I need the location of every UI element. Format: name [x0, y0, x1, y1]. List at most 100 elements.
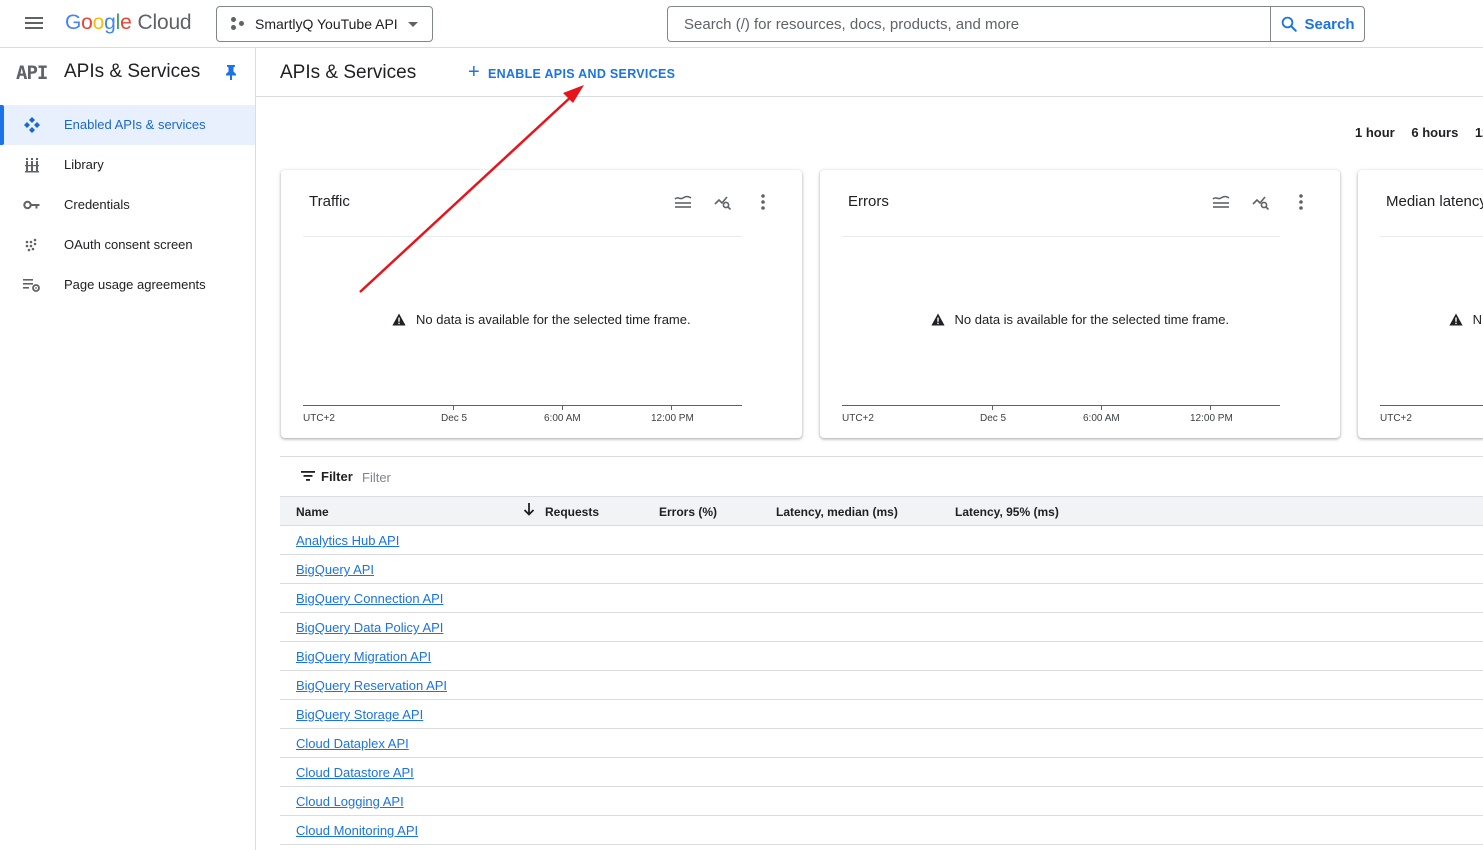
axis-tick-label: 12:00 PM [651, 413, 694, 424]
explore-chart-icon[interactable] [712, 192, 734, 212]
legend-icon[interactable] [1210, 192, 1232, 212]
sidebar-item-credentials[interactable]: Credentials [0, 185, 255, 225]
sidebar-item-enabled-apis[interactable]: Enabled APIs & services [0, 105, 255, 145]
table-row: Cloud Monitoring API [280, 816, 1483, 845]
traffic-chart-card: Traffic No data is available for the sel… [281, 170, 802, 438]
sidebar-header: API APIs & Services [0, 48, 255, 96]
errors-chart-card: Errors No data is available for the sele… [820, 170, 1340, 438]
api-link[interactable]: Analytics Hub API [296, 533, 399, 548]
time-range-12h[interactable]: 12 [1475, 125, 1483, 140]
project-name: SmartlyQ YouTube API [255, 16, 398, 32]
api-link[interactable]: Cloud Monitoring API [296, 823, 418, 838]
api-link[interactable]: BigQuery Connection API [296, 591, 443, 606]
plus-icon: + [468, 61, 480, 83]
sidebar: API APIs & Services Enabled APIs & servi… [0, 48, 256, 850]
project-selector[interactable]: SmartlyQ YouTube API [216, 6, 433, 42]
x-axis [1380, 405, 1483, 406]
table-row: Cloud Datastore API [280, 758, 1483, 787]
explore-chart-icon[interactable] [1250, 192, 1272, 212]
more-options-icon[interactable] [752, 192, 774, 212]
sort-arrow-down-icon[interactable] [523, 503, 535, 520]
column-latency-median[interactable]: Latency, median (ms) [776, 505, 898, 519]
axis-tick-label: Dec 5 [980, 413, 1007, 424]
column-requests[interactable]: Requests [545, 505, 599, 519]
filter-bar: Filter [280, 456, 1483, 496]
axis-tick [1101, 405, 1102, 410]
table-row: BigQuery Data Policy API [280, 613, 1483, 642]
api-icon: API [16, 62, 48, 84]
card-divider [303, 236, 742, 237]
card-divider [842, 236, 1280, 237]
oauth-icon [22, 236, 42, 254]
filter-input[interactable] [362, 466, 662, 488]
column-name[interactable]: Name [296, 505, 329, 519]
axis-tick-label: Dec 5 [441, 413, 468, 424]
warning-icon [931, 313, 945, 326]
warning-icon [1449, 313, 1463, 326]
table-row: BigQuery Migration API [280, 642, 1483, 671]
sidebar-item-label: Enabled APIs & services [64, 117, 206, 132]
median-latency-chart-card: Median latency N UTC+2 [1358, 170, 1483, 438]
table-header: Name Requests Errors (%) Latency, median… [280, 496, 1483, 526]
axis-tick [992, 405, 993, 410]
axis-tick-label: UTC+2 [1380, 413, 1412, 424]
filter-label: Filter [321, 469, 353, 484]
main-menu-icon[interactable] [22, 14, 46, 34]
filter-icon[interactable] [301, 471, 315, 481]
card-title: Errors [848, 193, 889, 210]
time-range-selector: 1 hour 6 hours 12 [1355, 125, 1483, 140]
api-link[interactable]: BigQuery Reservation API [296, 678, 447, 693]
google-cloud-logo[interactable]: Google Cloud [65, 11, 192, 35]
api-link[interactable]: BigQuery Migration API [296, 649, 431, 664]
search-button[interactable]: Search [1270, 7, 1364, 41]
chevron-down-icon [408, 22, 418, 27]
api-link[interactable]: BigQuery API [296, 562, 374, 577]
search-icon [1282, 16, 1298, 32]
legend-icon[interactable] [672, 192, 694, 212]
axis-tick [453, 405, 454, 410]
sidebar-item-library[interactable]: Library [0, 145, 255, 185]
top-bar: Google Cloud SmartlyQ YouTube API Search [0, 0, 1483, 48]
table-row: Cloud Logging API [280, 787, 1483, 816]
table-row: BigQuery API [280, 555, 1483, 584]
api-link[interactable]: Cloud Dataplex API [296, 736, 409, 751]
settings-list-icon [22, 276, 42, 294]
axis-tick [671, 405, 672, 410]
axis-tick-label: 12:00 PM [1190, 413, 1233, 424]
api-link[interactable]: Cloud Datastore API [296, 765, 414, 780]
sidebar-item-label: Page usage agreements [64, 277, 206, 292]
page-title: APIs & Services [280, 62, 417, 83]
warning-icon [392, 313, 406, 326]
enabled-apis-icon [22, 116, 42, 134]
search-box: Search [667, 6, 1365, 42]
axis-tick [1210, 405, 1211, 410]
table-row: BigQuery Storage API [280, 700, 1483, 729]
axis-tick-label: 6:00 AM [1083, 413, 1120, 424]
table-row: BigQuery Connection API [280, 584, 1483, 613]
card-divider [1380, 236, 1483, 237]
no-data-message: No data is available for the selected ti… [820, 312, 1340, 327]
no-data-message: No data is available for the selected ti… [281, 312, 802, 327]
api-link[interactable]: Cloud Logging API [296, 794, 404, 809]
key-icon [22, 196, 42, 214]
column-latency-95[interactable]: Latency, 95% (ms) [955, 505, 1059, 519]
time-range-1h[interactable]: 1 hour [1355, 125, 1395, 140]
api-link[interactable]: BigQuery Storage API [296, 707, 423, 722]
column-errors[interactable]: Errors (%) [659, 505, 717, 519]
api-link[interactable]: BigQuery Data Policy API [296, 620, 443, 635]
axis-tick [562, 405, 563, 410]
enable-apis-button[interactable]: + ENABLE APIS AND SERVICES [468, 61, 675, 84]
library-icon [22, 156, 42, 174]
x-axis [303, 405, 742, 406]
table-row: Cloud Dataplex API [280, 729, 1483, 758]
more-options-icon[interactable] [1290, 192, 1312, 212]
project-dots-icon [231, 17, 245, 31]
axis-tick-label: 6:00 AM [544, 413, 581, 424]
sidebar-item-oauth[interactable]: OAuth consent screen [0, 225, 255, 265]
sidebar-item-page-usage[interactable]: Page usage agreements [0, 265, 255, 305]
pin-icon[interactable] [224, 64, 238, 85]
time-range-6h[interactable]: 6 hours [1411, 125, 1458, 140]
sidebar-title: APIs & Services [64, 61, 201, 82]
search-input[interactable] [669, 8, 1269, 40]
card-title: Median latency [1386, 193, 1483, 210]
